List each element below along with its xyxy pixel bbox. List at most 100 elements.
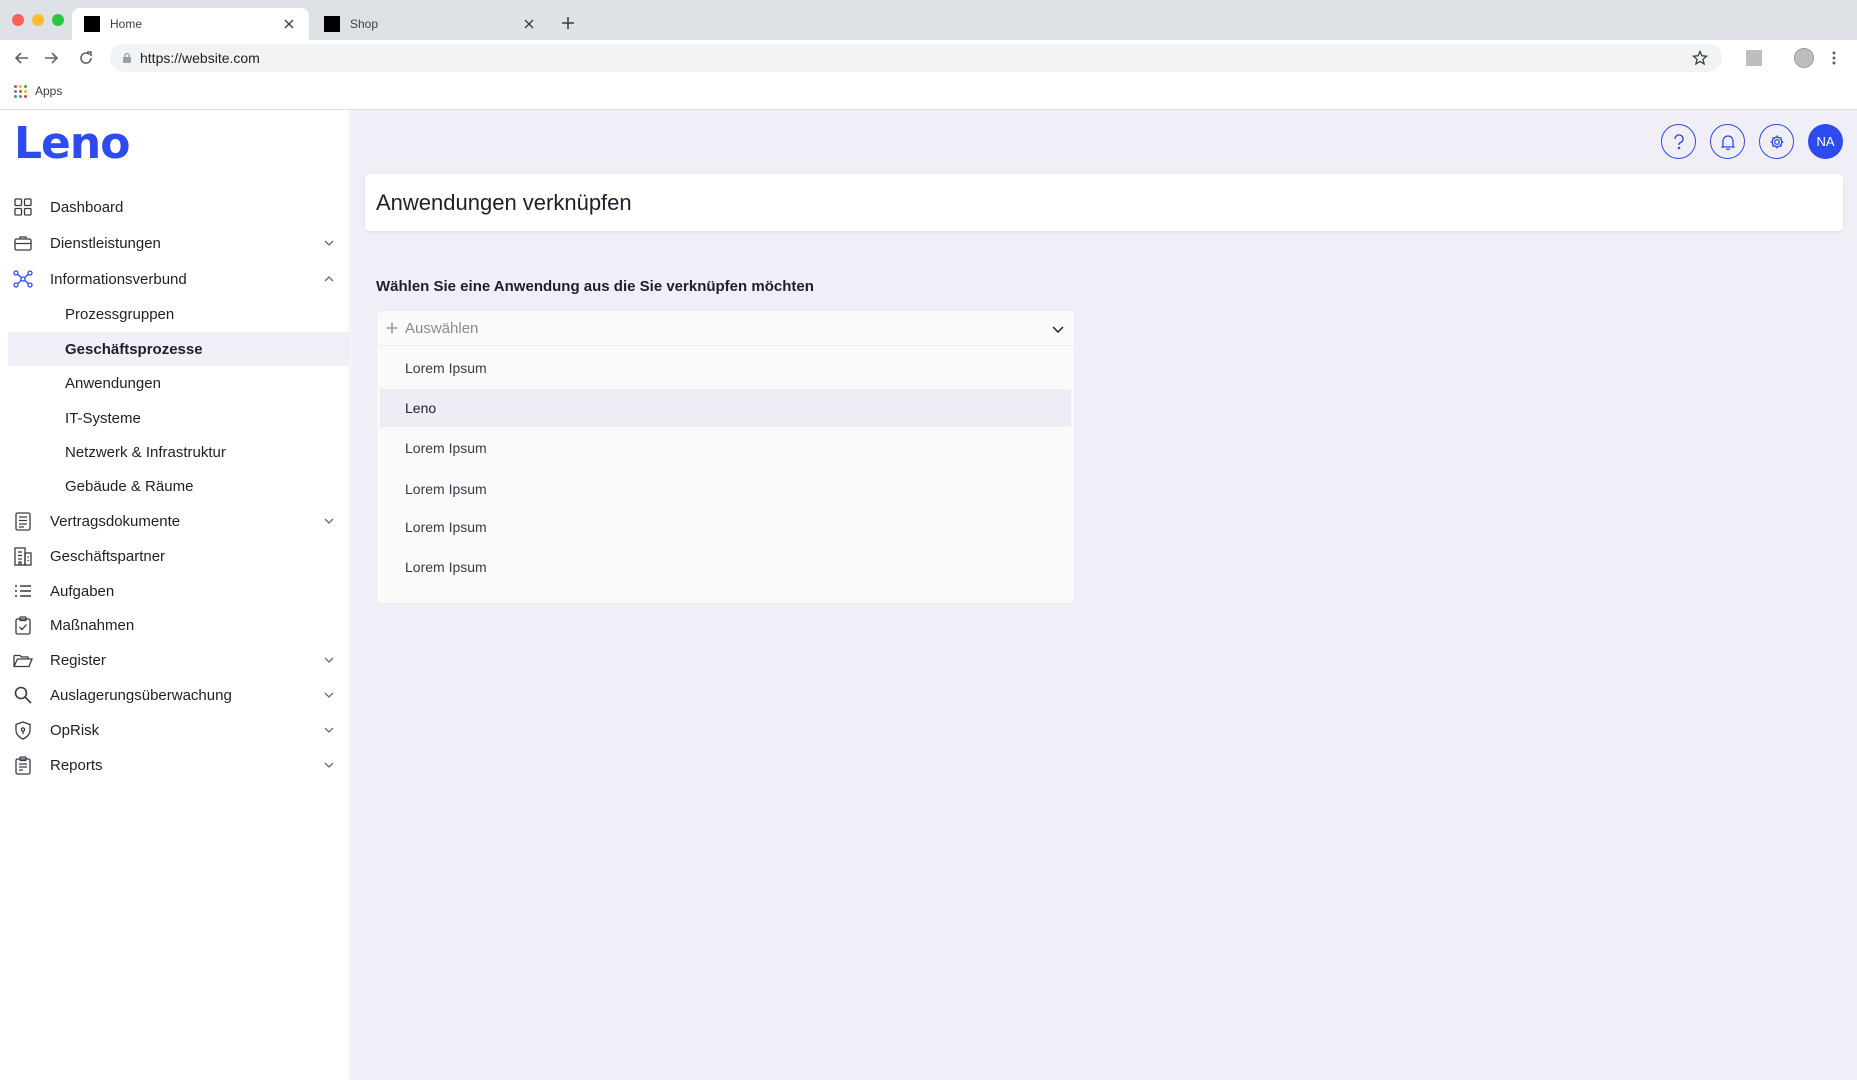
tab-title: Shop: [350, 17, 379, 31]
sidebar-item-dashboard[interactable]: Dashboard: [8, 190, 349, 224]
sidebar-item-label: Aufgaben: [50, 582, 115, 600]
leno-logo[interactable]: Leno: [14, 122, 130, 166]
url-text: https://website.com: [140, 50, 260, 66]
window-close-button[interactable]: [12, 14, 24, 26]
favicon-icon: [324, 16, 340, 32]
chevron-down-icon[interactable]: [321, 513, 337, 529]
sidebar-item-label: Geschäftspartner: [50, 547, 166, 565]
extension-icon[interactable]: [1746, 50, 1762, 66]
sidebar-subitem-prozessgruppen[interactable]: Prozessgruppen: [8, 297, 349, 331]
bookmarks-bar: Apps: [0, 76, 1857, 110]
sidebar-item-vertragsdokumente[interactable]: Vertragsdokumente: [8, 504, 349, 538]
sidebar-subitem-netzwerk-infrastruktur[interactable]: Netzwerk & Infrastruktur: [8, 435, 349, 469]
select-search-input[interactable]: [405, 319, 1005, 337]
sidebar-subitem-it-systeme[interactable]: IT-Systeme: [8, 401, 349, 435]
chevron-down-icon[interactable]: [321, 722, 337, 738]
sidebar-item-dienstleistungen[interactable]: Dienstleistungen: [8, 226, 349, 260]
select-option-highlighted[interactable]: Leno: [380, 389, 1071, 427]
sidebar-item-label: Auslagerungsüberwachung: [50, 686, 232, 704]
sidebar-item-register[interactable]: Register: [8, 643, 349, 677]
select-option[interactable]: Lorem Ipsum: [380, 508, 1071, 546]
bell-icon: [1720, 134, 1735, 150]
settings-button[interactable]: [1759, 124, 1794, 159]
sidebar-item-informationsverbund[interactable]: Informationsverbund: [8, 262, 349, 296]
sidebar-item-reports[interactable]: Reports: [8, 748, 349, 782]
clipboard-check-icon: [12, 614, 34, 636]
dashboard-grid-icon: [12, 196, 34, 218]
apps-label: Apps: [35, 84, 63, 98]
plus-icon: [385, 321, 399, 335]
more-options-icon[interactable]: [1828, 48, 1840, 68]
sidebar-item-oprisk[interactable]: OpRisk: [8, 713, 349, 747]
report-clipboard-icon: [12, 754, 34, 776]
chevron-down-icon[interactable]: [1050, 321, 1066, 337]
sidebar-item-label: Dashboard: [50, 198, 124, 216]
sidebar-item-massnahmen[interactable]: Maßnahmen: [8, 608, 349, 642]
sidebar-item-label: Vertragsdokumente: [50, 512, 181, 530]
select-header[interactable]: [377, 311, 1074, 346]
close-icon[interactable]: [521, 16, 537, 32]
shield-icon: [12, 719, 34, 741]
apps-grid-icon: [14, 84, 27, 98]
window-minimize-button[interactable]: [32, 14, 44, 26]
page-title: Anwendungen verknüpfen: [376, 189, 632, 215]
sidebar-item-label: OpRisk: [50, 721, 100, 739]
bookmark-star-icon[interactable]: [1692, 50, 1708, 66]
sidebar: Leno Dashboard Dienstleistungen Informat…: [0, 110, 350, 1080]
sidebar-item-label: Reports: [50, 756, 103, 774]
forward-arrow-icon[interactable]: [41, 48, 61, 68]
notifications-button[interactable]: [1710, 124, 1745, 159]
new-tab-plus-icon[interactable]: [558, 13, 578, 33]
briefcase-icon: [12, 232, 34, 254]
main-content: NA Anwendungen verknüpfen Wählen Sie ein…: [351, 110, 1857, 1080]
sidebar-item-label: Informationsverbund: [50, 270, 187, 288]
application-select: Lorem Ipsum Leno Lorem Ipsum Lorem Ipsum…: [376, 310, 1075, 604]
sidebar-subitem-anwendungen[interactable]: Anwendungen: [8, 366, 349, 400]
apps-shortcut[interactable]: Apps: [14, 84, 62, 98]
sidebar-item-label: Dienstleistungen: [50, 234, 161, 252]
select-option[interactable]: Lorem Ipsum: [380, 429, 1071, 467]
reload-icon[interactable]: [76, 48, 96, 68]
sidebar-subitem-geschaeftsprozesse[interactable]: Geschäftsprozesse: [8, 332, 349, 366]
folder-icon: [12, 649, 34, 671]
gear-icon: [1769, 134, 1785, 150]
network-nodes-icon: [12, 268, 34, 290]
favicon-icon: [84, 16, 100, 32]
magnifier-icon: [12, 684, 34, 706]
window-controls: [12, 14, 64, 26]
chevron-down-icon[interactable]: [321, 235, 337, 251]
browser-tab-shop[interactable]: Shop: [312, 8, 549, 40]
select-option[interactable]: Lorem Ipsum: [380, 349, 1071, 387]
sidebar-item-auslagerungsueberwachung[interactable]: Auslagerungsüberwachung: [8, 678, 349, 712]
user-avatar[interactable]: NA: [1808, 124, 1843, 159]
browser-tab-home[interactable]: Home: [72, 8, 309, 40]
task-list-icon: [12, 580, 34, 602]
building-icon: [12, 545, 34, 567]
document-icon: [12, 510, 34, 532]
back-arrow-icon[interactable]: [12, 48, 32, 68]
sidebar-item-label: Register: [50, 651, 106, 669]
chevron-up-icon[interactable]: [321, 271, 337, 287]
sidebar-item-label: Maßnahmen: [50, 616, 135, 634]
select-prompt-label: Wählen Sie eine Anwendung aus die Sie ve…: [376, 278, 814, 295]
sidebar-item-aufgaben[interactable]: Aufgaben: [8, 574, 349, 608]
chevron-down-icon[interactable]: [321, 757, 337, 773]
tab-title: Home: [110, 17, 143, 31]
sidebar-subitem-gebaeude-raeume[interactable]: Gebäude & Räume: [8, 469, 349, 503]
close-icon[interactable]: [281, 16, 297, 32]
select-option[interactable]: Lorem Ipsum: [380, 470, 1071, 508]
select-option[interactable]: Lorem Ipsum: [380, 548, 1071, 586]
browser-tabstrip: Home Shop: [0, 0, 1857, 40]
profile-icon[interactable]: [1794, 48, 1814, 68]
sidebar-item-geschaeftspartner[interactable]: Geschäftspartner: [8, 539, 349, 573]
address-bar[interactable]: https://website.com: [110, 44, 1722, 72]
lock-icon: [122, 52, 132, 64]
chevron-down-icon[interactable]: [321, 652, 337, 668]
browser-toolbar: https://website.com: [0, 40, 1857, 76]
header-actions: NA: [1661, 124, 1843, 159]
chevron-down-icon[interactable]: [321, 687, 337, 703]
help-button[interactable]: [1661, 124, 1696, 159]
help-icon: [1672, 133, 1686, 150]
page-title-card: Anwendungen verknüpfen: [365, 174, 1843, 231]
window-maximize-button[interactable]: [52, 14, 64, 26]
